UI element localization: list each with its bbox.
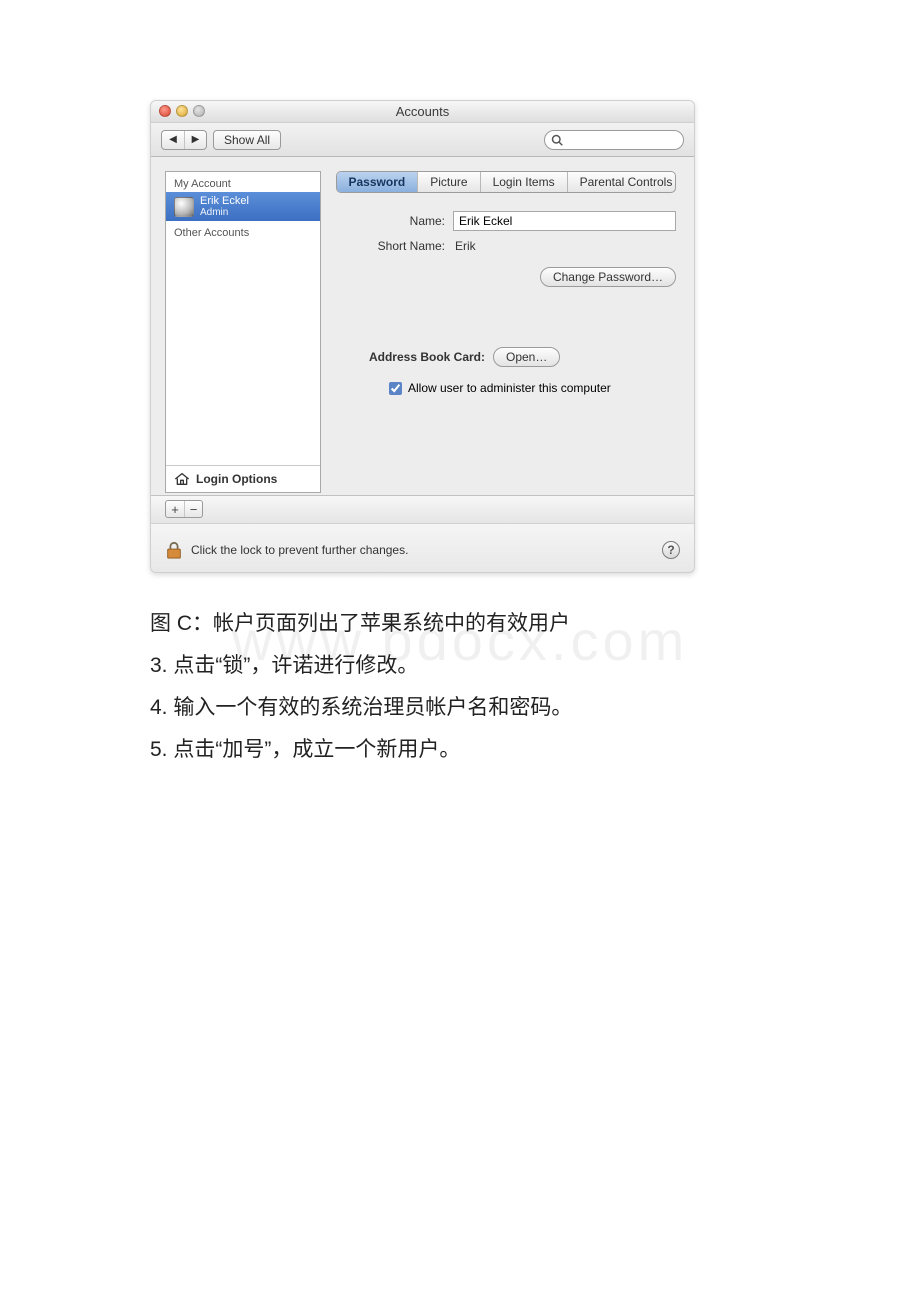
name-row: Name:	[335, 211, 676, 231]
nav-back-forward: ◀ ▶	[161, 130, 207, 150]
address-book-label: Address Book Card:	[335, 350, 493, 364]
short-name-row: Short Name: Erik	[335, 239, 676, 253]
zoom-icon[interactable]	[193, 105, 205, 117]
close-icon[interactable]	[159, 105, 171, 117]
allow-admin-row: Allow user to administer this computer	[335, 381, 676, 395]
address-book-row: Address Book Card: Open…	[335, 347, 676, 367]
name-label: Name:	[335, 214, 453, 228]
tab-login-items[interactable]: Login Items	[480, 172, 567, 192]
login-options-label: Login Options	[196, 472, 277, 486]
account-tabs: Password Picture Login Items Parental Co…	[336, 171, 676, 193]
footer: Click the lock to prevent further change…	[151, 523, 694, 572]
change-password-button[interactable]: Change Password…	[540, 267, 676, 287]
caption-step-5: 5. 点击“加号”，成立一个新用户。	[150, 729, 770, 771]
minimize-icon[interactable]	[176, 105, 188, 117]
window-body: My Account Erik Eckel Admin Other Accoun…	[151, 157, 694, 495]
caption-step-4: 4. 输入一个有效的系统治理员帐户名和密码。	[150, 687, 770, 729]
sidebar-section-my-account: My Account	[166, 172, 320, 192]
accounts-window: Accounts ◀ ▶ Show All My Account Erik Ec…	[150, 100, 695, 573]
tab-parental-controls[interactable]: Parental Controls	[567, 172, 676, 192]
search-input[interactable]	[544, 130, 684, 150]
remove-user-button[interactable]: −	[184, 501, 202, 517]
login-options-button[interactable]: Login Options	[166, 465, 320, 492]
accounts-sidebar: My Account Erik Eckel Admin Other Accoun…	[165, 171, 321, 493]
tab-picture[interactable]: Picture	[417, 172, 479, 192]
sidebar-item-erik-eckel[interactable]: Erik Eckel Admin	[166, 192, 320, 221]
open-address-book-button[interactable]: Open…	[493, 347, 560, 367]
window-controls	[159, 105, 205, 117]
show-all-button[interactable]: Show All	[213, 130, 281, 150]
lock-text: Click the lock to prevent further change…	[191, 543, 408, 557]
sidebar-user-name: Erik Eckel	[200, 195, 249, 207]
add-user-button[interactable]: +	[166, 501, 184, 517]
tab-password[interactable]: Password	[337, 172, 418, 192]
caption-block: 图 C：帐户页面列出了苹果系统中的有效用户 3. 点击“锁”，许诺进行修改。 4…	[150, 603, 770, 771]
sidebar-user-role: Admin	[200, 207, 249, 218]
short-name-label: Short Name:	[335, 239, 453, 253]
search-icon	[551, 134, 563, 146]
caption-figure-c: 图 C：帐户页面列出了苹果系统中的有效用户	[150, 603, 770, 645]
allow-admin-checkbox[interactable]	[389, 382, 402, 395]
toolbar: ◀ ▶ Show All	[151, 123, 694, 157]
add-remove-buttons: + −	[165, 500, 203, 518]
add-remove-strip: + −	[151, 495, 694, 523]
caption-step-3: 3. 点击“锁”，许诺进行修改。	[150, 645, 770, 687]
window-title: Accounts	[396, 104, 449, 119]
lock-icon[interactable]	[165, 540, 183, 560]
back-button[interactable]: ◀	[162, 131, 184, 149]
forward-button[interactable]: ▶	[184, 131, 206, 149]
name-field[interactable]	[453, 211, 676, 231]
help-button[interactable]: ?	[662, 541, 680, 559]
account-detail-pane: Password Picture Login Items Parental Co…	[321, 157, 694, 495]
avatar-icon	[174, 197, 194, 217]
sidebar-section-other-accounts: Other Accounts	[166, 221, 320, 241]
allow-admin-label: Allow user to administer this computer	[408, 381, 611, 395]
house-icon	[174, 472, 190, 486]
short-name-value: Erik	[453, 239, 676, 253]
title-bar: Accounts	[151, 101, 694, 123]
